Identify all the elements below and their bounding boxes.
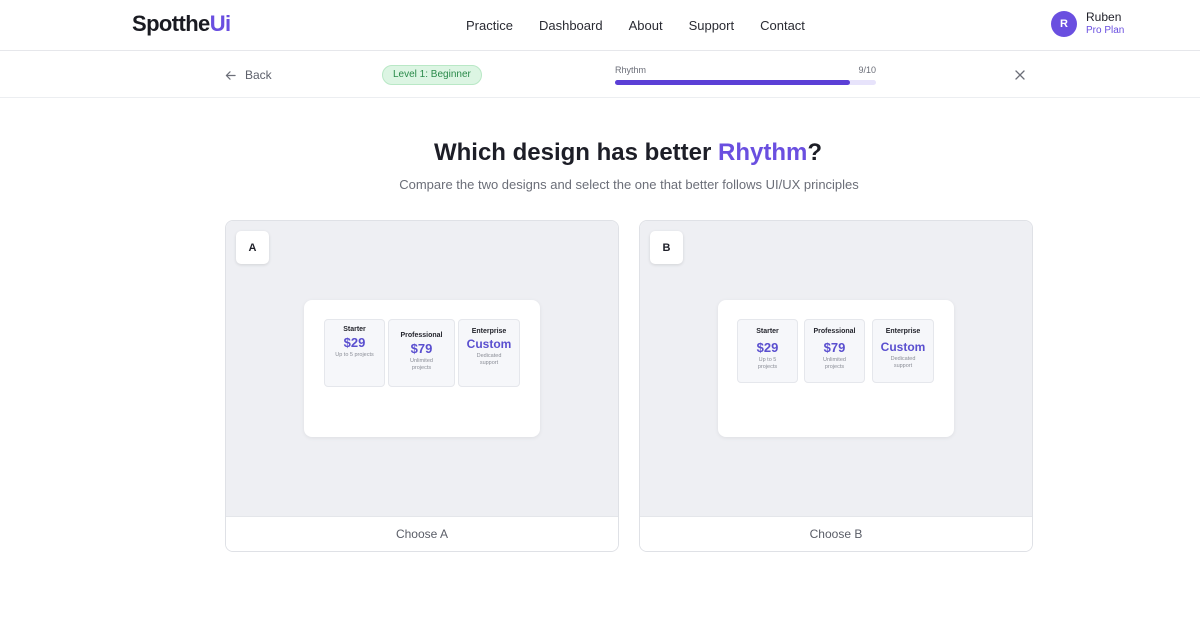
tier-name: Enterprise <box>885 328 921 335</box>
user-name: Ruben <box>1086 10 1122 24</box>
option-a-preview: A Starter $29 Up to 5 projects Professio… <box>226 221 618 516</box>
option-a-card[interactable]: A Starter $29 Up to 5 projects Professio… <box>225 220 619 552</box>
question-prefix: Which design has better <box>433 139 719 166</box>
level-badge: Level 1: Beginner <box>382 65 482 85</box>
close-icon[interactable] <box>1014 69 1026 81</box>
tier-price: Custom <box>880 340 926 354</box>
tier-name: Enterprise <box>471 328 507 335</box>
tier-starter: Starter $29 Up to 5 projects <box>737 319 798 383</box>
pricing-preview: Starter $29 Up to 5 projects Professiona… <box>304 300 540 437</box>
tier-price: $29 <box>343 335 366 350</box>
progress-bar <box>615 80 876 85</box>
tier-price: Custom <box>466 337 512 351</box>
user-plan: Pro Plan <box>1086 25 1125 36</box>
option-b-preview: B Starter $29 Up to 5 projects Professio… <box>640 221 1032 516</box>
option-b-badge: B <box>650 231 683 264</box>
tier-professional: Professional $79 Unlimited projects <box>388 319 455 387</box>
pricing-preview: Starter $29 Up to 5 projects Professiona… <box>718 300 954 437</box>
progress-count: 9/10 <box>858 65 876 75</box>
nav-about[interactable]: About <box>629 18 663 33</box>
tier-name: Professional <box>813 328 856 335</box>
tier-name: Starter <box>343 326 366 333</box>
option-a-badge: A <box>236 231 269 264</box>
nav-practice[interactable]: Practice <box>466 18 513 33</box>
question-subtitle: Compare the two designs and select the o… <box>399 177 859 192</box>
tier-price: $79 <box>410 341 433 356</box>
back-label: Back <box>245 68 272 82</box>
quiz-toolbar: Back Level 1: Beginner Rhythm 9/10 <box>0 51 1200 98</box>
tier-desc: Unlimited projects <box>410 358 433 371</box>
arrow-left-icon <box>225 70 236 80</box>
nav-dashboard[interactable]: Dashboard <box>539 18 603 33</box>
tier-enterprise: Enterprise Custom Dedicated support <box>458 319 520 387</box>
tier-starter: Starter $29 Up to 5 projects <box>324 319 385 387</box>
option-b-card[interactable]: B Starter $29 Up to 5 projects Professio… <box>639 220 1033 552</box>
question-principle: Rhythm <box>718 139 808 166</box>
progress-label: Rhythm <box>615 65 647 75</box>
progress-fill <box>615 80 850 85</box>
tier-desc: Unlimited projects <box>823 357 846 370</box>
user-menu[interactable]: R Ruben Pro Plan <box>1051 11 1124 37</box>
top-navigation: SpottheUi Practice Dashboard About Suppo… <box>0 0 1200 51</box>
question-suffix: ? <box>807 139 823 166</box>
tier-desc: Dedicated support <box>476 353 502 366</box>
choose-a-button[interactable]: Choose A <box>226 516 618 551</box>
tier-name: Starter <box>756 328 779 335</box>
tier-price: $79 <box>823 340 846 355</box>
choose-b-button[interactable]: Choose B <box>640 516 1032 551</box>
tier-professional: Professional $79 Unlimited projects <box>804 319 865 383</box>
nav-contact[interactable]: Contact <box>760 18 805 33</box>
nav-links: Practice Dashboard About Support Contact <box>466 18 805 33</box>
logo[interactable]: SpottheUi <box>132 11 231 37</box>
avatar: R <box>1051 11 1077 37</box>
logo-accent: Ui <box>209 11 231 36</box>
tier-desc: Dedicated support <box>890 356 916 369</box>
user-info: Ruben Pro Plan <box>1086 11 1124 37</box>
tier-price: $29 <box>756 340 779 355</box>
nav-support[interactable]: Support <box>689 18 735 33</box>
question-title: Which design has better Rhythm? <box>0 139 1200 167</box>
tier-enterprise: Enterprise Custom Dedicated support <box>872 319 934 383</box>
tier-name: Professional <box>400 332 443 339</box>
back-button[interactable]: Back <box>225 68 272 82</box>
tier-desc: Up to 5 projects <box>757 357 778 370</box>
tier-desc: Up to 5 projects <box>335 352 374 358</box>
logo-main: Spotthe <box>132 11 210 36</box>
